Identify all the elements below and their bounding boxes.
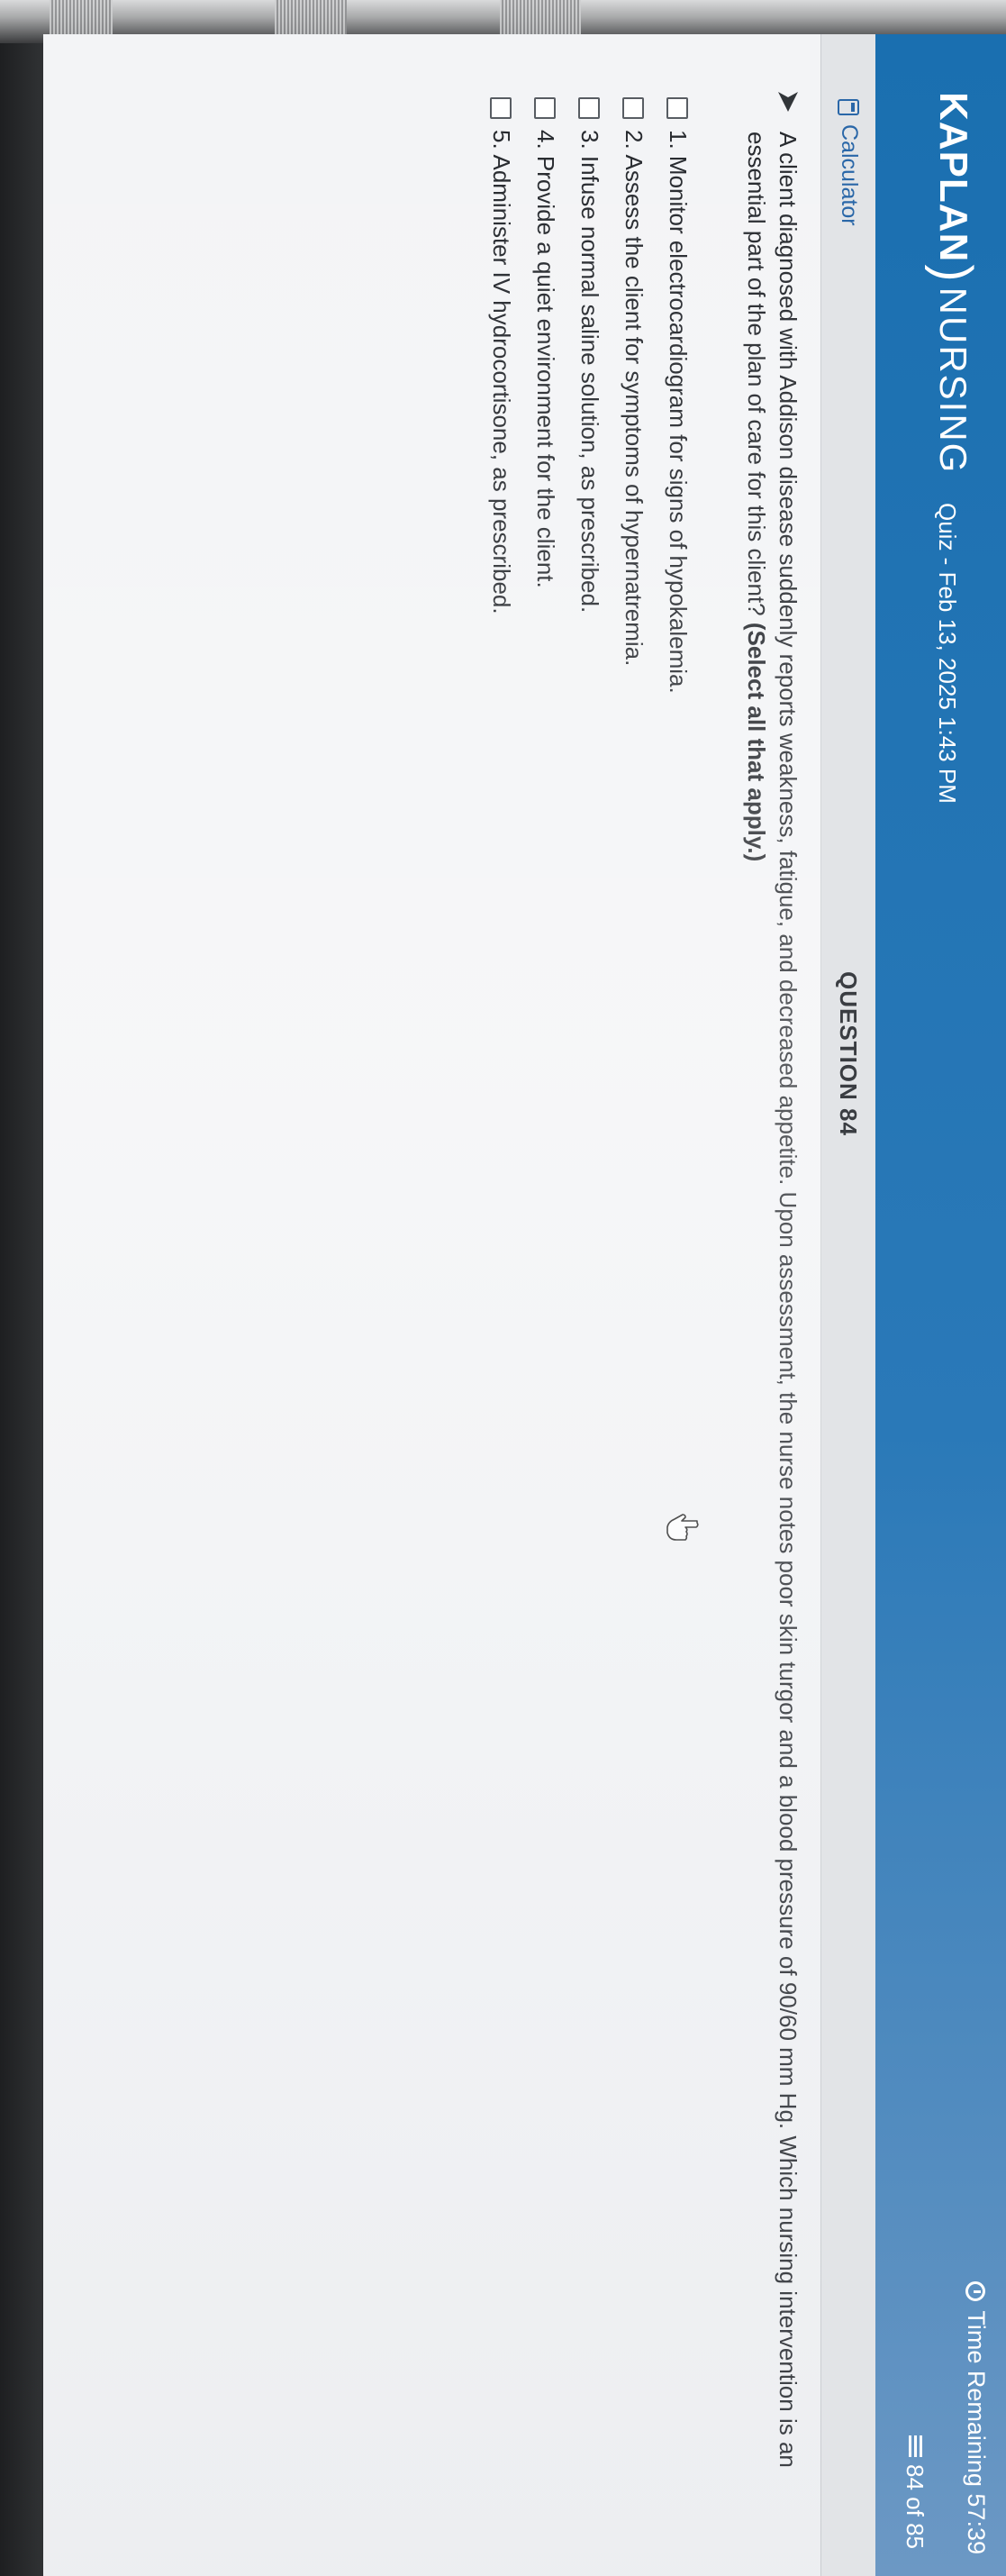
quiz-title: Quiz - Feb 13, 2025 1:43 PM: [934, 503, 961, 804]
time-remaining-text: Time Remaining 57:39: [963, 2310, 990, 2554]
option-label: 5. Administer IV hydrocortisone, as pres…: [488, 130, 515, 614]
option-label: 1. Monitor electrocardiogram for signs o…: [665, 130, 692, 694]
calculator-label: Calculator: [837, 124, 862, 226]
question-instruction: (Select all that apply.): [743, 622, 770, 862]
list-icon: [906, 2435, 923, 2458]
time-remaining: Time Remaining 57:39: [962, 2281, 990, 2554]
option-checkbox[interactable]: [534, 97, 557, 119]
option-checkbox[interactable]: [666, 97, 689, 119]
calculator-icon: [838, 99, 860, 115]
hand-pointer-icon: [666, 1514, 699, 1541]
option-label: 2. Assess the client for symptoms of hyp…: [621, 130, 648, 667]
answer-option-2[interactable]: 2. Assess the client for symptoms of hyp…: [612, 97, 656, 694]
answer-option-3[interactable]: 3. Infuse normal saline solution, as pre…: [567, 97, 612, 694]
question-text: A client diagnosed with Addison disease …: [740, 132, 803, 2521]
brand-kaplan: KAPLAN: [931, 92, 975, 263]
answer-option-5[interactable]: 5. Administer IV hydrocortisone, as pres…: [479, 97, 523, 694]
answer-option-1[interactable]: 1. Monitor electrocardiogram for signs o…: [656, 97, 700, 694]
question-counter[interactable]: 84 of 85: [901, 2435, 929, 2549]
screen-glare: [43, 34, 821, 2576]
question-counter-text: 84 of 85: [902, 2464, 929, 2549]
quiz-screen: KAPLAN ) NURSING Quiz - Feb 13, 2025 1:4…: [43, 34, 1006, 2576]
brand-logo: KAPLAN ) NURSING: [924, 92, 983, 475]
arrow-icon: [778, 92, 798, 112]
app-header: KAPLAN ) NURSING Quiz - Feb 13, 2025 1:4…: [875, 34, 1006, 2576]
clock-icon: [965, 2281, 986, 2302]
option-checkbox[interactable]: [578, 97, 601, 119]
option-checkbox[interactable]: [622, 97, 645, 119]
question-stem: A client diagnosed with Addison disease …: [740, 88, 803, 2521]
brand-swoosh: ): [924, 264, 983, 282]
brand-nursing: NURSING: [932, 287, 974, 475]
answer-options: 1. Monitor electrocardiogram for signs o…: [479, 97, 700, 694]
question-stem-text: A client diagnosed with Addison disease …: [743, 132, 802, 2468]
monitor-bezel-left: [0, 43, 43, 2576]
option-checkbox[interactable]: [490, 97, 512, 119]
answer-option-4[interactable]: 4. Provide a quiet environment for the c…: [523, 97, 567, 694]
option-label: 3. Infuse normal saline solution, as pre…: [576, 130, 603, 614]
calculator-button[interactable]: Calculator: [836, 99, 862, 226]
question-toolbar: Calculator QUESTION 84: [820, 34, 875, 2576]
question-number: QUESTION 84: [835, 971, 862, 1136]
option-label: 4. Provide a quiet environment for the c…: [532, 130, 559, 588]
